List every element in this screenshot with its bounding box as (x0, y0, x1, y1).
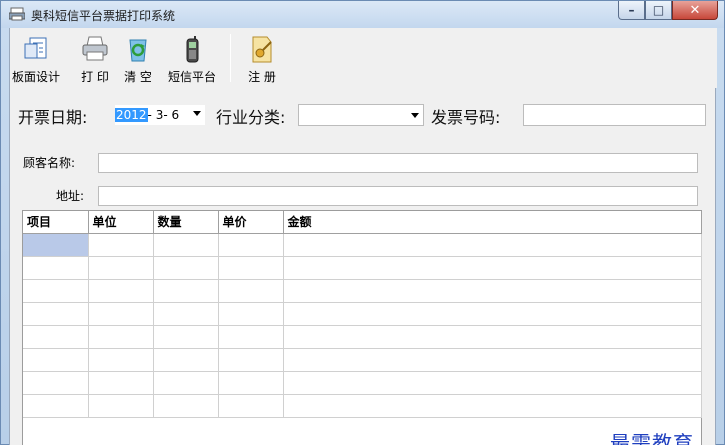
table-cell[interactable] (153, 233, 219, 257)
clear-button[interactable]: 清 空 (123, 34, 153, 85)
table-cell[interactable] (153, 302, 219, 326)
close-button[interactable]: ✕ (672, 1, 718, 20)
grid-header-row: 项目 单位 数量 单价 金额 (23, 211, 702, 234)
maximize-button[interactable]: □ (645, 1, 672, 20)
issue-date-label: 开票日期: (18, 108, 88, 127)
maximize-icon: □ (652, 3, 665, 17)
app-icon (9, 7, 25, 21)
table-row[interactable] (23, 302, 702, 326)
table-cell[interactable] (153, 371, 219, 395)
table-row[interactable] (23, 233, 702, 257)
chevron-down-icon[interactable] (193, 111, 201, 116)
table-cell[interactable] (153, 279, 219, 303)
industry-select[interactable] (298, 104, 424, 126)
table-cell[interactable] (23, 348, 89, 372)
table-cell[interactable] (283, 256, 702, 280)
address-label: 地址: (56, 189, 85, 203)
table-cell[interactable] (23, 371, 89, 395)
toolbar: 板面设计 打 印 清 空 短信平台 注 册 (10, 28, 717, 88)
table-cell[interactable] (218, 394, 284, 418)
column-header-unit[interactable]: 单位 (88, 211, 154, 234)
table-cell[interactable] (283, 302, 702, 326)
table-cell[interactable] (153, 348, 219, 372)
table-row[interactable] (23, 348, 702, 372)
printer-icon (82, 36, 108, 61)
invoice-number-label: 发票号码: (431, 108, 501, 127)
table-cell[interactable] (23, 256, 89, 280)
table-cell[interactable] (283, 233, 702, 257)
column-header-amount[interactable]: 金额 (283, 211, 702, 234)
table-cell[interactable] (23, 325, 89, 349)
table-cell[interactable] (88, 325, 154, 349)
toolbar-separator (230, 34, 231, 82)
close-icon: ✕ (689, 2, 701, 18)
item-grid[interactable]: 项目 单位 数量 单价 金额 (22, 210, 702, 445)
table-cell[interactable] (218, 325, 284, 349)
table-cell[interactable] (283, 371, 702, 395)
client-area: 板面设计 打 印 清 空 短信平台 注 册 开票日期: 2012 - 3- 6 … (9, 28, 717, 445)
table-cell[interactable] (88, 256, 154, 280)
table-cell[interactable] (218, 256, 284, 280)
mobile-phone-icon (186, 36, 199, 63)
table-row[interactable] (23, 394, 702, 418)
column-header-quantity[interactable]: 数量 (153, 211, 219, 234)
key-register-icon (252, 36, 272, 63)
date-month-day[interactable]: - 3- 6 (148, 108, 180, 122)
industry-dropdown-icon[interactable] (411, 113, 419, 118)
table-cell[interactable] (218, 233, 284, 257)
sms-platform-button[interactable]: 短信平台 (168, 34, 216, 85)
table-cell[interactable] (23, 394, 89, 418)
table-cell[interactable] (283, 279, 702, 303)
column-header-unit-price[interactable]: 单价 (218, 211, 284, 234)
register-label: 注 册 (248, 70, 276, 84)
watermark-text: 最需教育 (610, 431, 694, 445)
table-cell[interactable] (153, 256, 219, 280)
app-window: 奥科短信平台票据打印系统 – □ ✕ 板面设计 打 印 清 空 短信平台 注 册… (0, 0, 725, 445)
table-cell[interactable] (283, 325, 702, 349)
title-bar[interactable]: 奥科短信平台票据打印系统 – □ ✕ (1, 1, 724, 28)
customer-name-label: 顾客名称: (23, 156, 76, 170)
layout-design-label: 板面设计 (12, 70, 61, 84)
industry-label: 行业分类: (216, 108, 286, 127)
customer-name-input[interactable] (98, 153, 698, 173)
issue-date-picker[interactable]: 2012 - 3- 6 (115, 105, 205, 125)
table-cell[interactable] (218, 279, 284, 303)
table-cell[interactable] (88, 279, 154, 303)
table-cell[interactable] (23, 302, 89, 326)
date-year[interactable]: 2012 (115, 108, 148, 122)
table-cell[interactable] (23, 279, 89, 303)
window-title: 奥科短信平台票据打印系统 (31, 9, 176, 23)
print-label: 打 印 (81, 70, 109, 84)
table-row[interactable] (23, 325, 702, 349)
table-cell[interactable] (153, 394, 219, 418)
layout-design-button[interactable]: 板面设计 (12, 34, 60, 85)
register-button[interactable]: 注 册 (247, 34, 277, 85)
table-row[interactable] (23, 279, 702, 303)
table-cell[interactable] (23, 233, 89, 257)
table-cell[interactable] (88, 371, 154, 395)
table-cell[interactable] (283, 394, 702, 418)
invoice-number-input[interactable] (523, 104, 706, 126)
table-cell[interactable] (153, 325, 219, 349)
table-row[interactable] (23, 256, 702, 280)
table-cell[interactable] (88, 302, 154, 326)
print-button[interactable]: 打 印 (80, 34, 110, 85)
sms-platform-label: 短信平台 (168, 70, 217, 84)
recycle-clear-icon (129, 39, 147, 62)
column-header-item[interactable]: 项目 (23, 211, 89, 234)
address-input[interactable] (98, 186, 698, 206)
table-cell[interactable] (218, 348, 284, 372)
minimize-icon: – (628, 3, 635, 17)
table-cell[interactable] (283, 348, 702, 372)
clear-label: 清 空 (124, 70, 152, 84)
table-cell[interactable] (218, 302, 284, 326)
table-cell[interactable] (88, 394, 154, 418)
table-cell[interactable] (88, 233, 154, 257)
table-cell[interactable] (218, 371, 284, 395)
layout-design-icon (24, 37, 47, 59)
table-cell[interactable] (88, 348, 154, 372)
minimize-button[interactable]: – (618, 1, 645, 20)
table-row[interactable] (23, 371, 702, 395)
